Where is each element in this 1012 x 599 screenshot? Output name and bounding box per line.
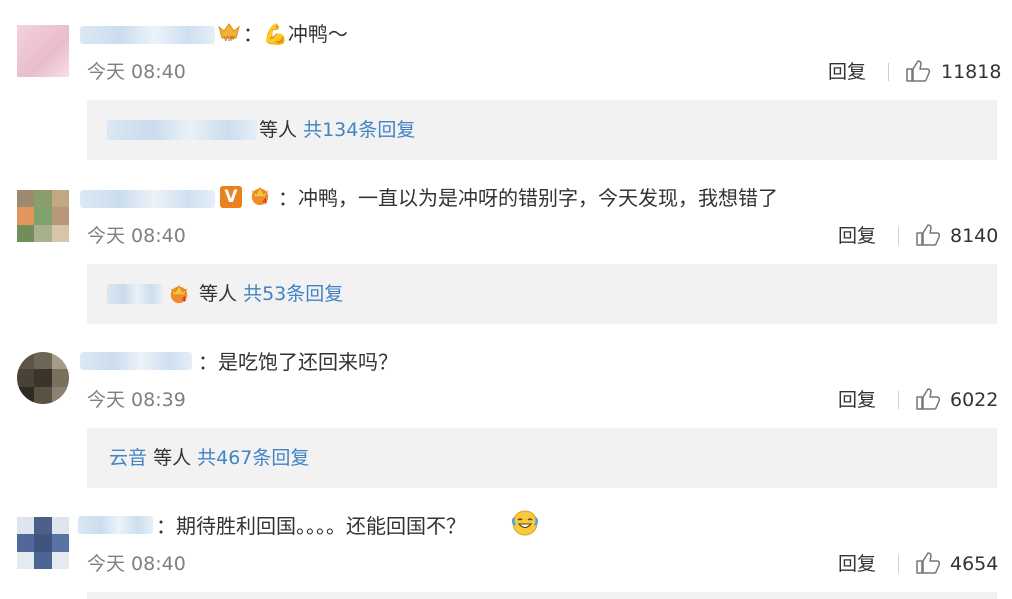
laugh-cry-emoji — [511, 510, 539, 536]
thumbs-up-icon[interactable] — [915, 551, 941, 575]
reply-button[interactable]: 回复 — [838, 552, 876, 576]
sub-replies-box-partial — [87, 592, 997, 599]
comment-time: 今天 08:40 — [87, 553, 186, 575]
comment-item: ：期待胜利回国。。。。还能回国不？ 今天 08:40 回复 4654 — [0, 0, 1012, 599]
like-count: 4654 — [950, 553, 999, 575]
username-blurred[interactable] — [78, 516, 153, 534]
avatar[interactable] — [17, 517, 69, 569]
comment-text: ：期待胜利回国。。。。还能回国不？ — [156, 514, 466, 538]
divider — [898, 555, 899, 573]
